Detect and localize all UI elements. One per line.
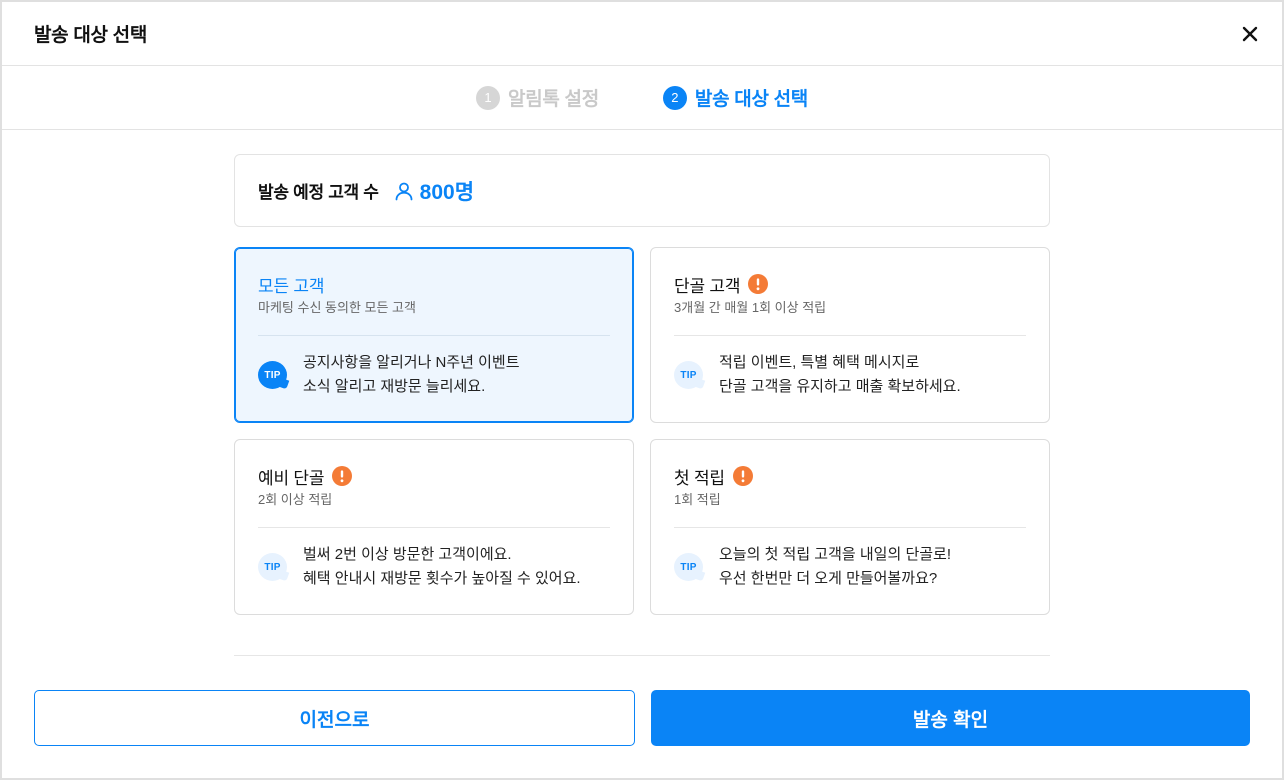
footer-divider: [234, 655, 1050, 656]
audience-card-all-customers[interactable]: 모든 고객 마케팅 수신 동의한 모든 고객 TIP 공지사항을 알리거나 N주…: [234, 247, 634, 423]
tip-text: 공지사항을 알리거나 N주년 이벤트 소식 알리고 재방문 늘리세요.: [303, 351, 520, 399]
step-label: 발송 대상 선택: [694, 89, 808, 110]
card-divider: [674, 335, 1026, 336]
tip-row: TIP 공지사항을 알리거나 N주년 이벤트 소식 알리고 재방문 늘리세요.: [258, 351, 610, 399]
card-title: 단골 고객: [674, 276, 741, 296]
card-divider: [258, 527, 610, 528]
audience-card-potential-regulars[interactable]: 예비 단골 2회 이상 적립 TIP 벌써 2번 이상 방문한 고객이에요. 혜…: [234, 439, 634, 615]
tip-line: 소식 알리고 재방문 늘리세요.: [303, 378, 486, 395]
summary-label: 발송 예정 고객 수: [258, 183, 379, 202]
tip-icon: TIP: [674, 361, 703, 389]
confirm-send-button[interactable]: 발송 확인: [651, 690, 1250, 746]
dialog-footer: 이전으로 발송 확인: [2, 690, 1282, 746]
tip-text: 벌써 2번 이상 방문한 고객이에요. 혜택 안내시 재방문 횟수가 높아질 수…: [303, 543, 581, 591]
tip-row: TIP 적립 이벤트, 특별 혜택 메시지로 단골 고객을 유지하고 매출 확보…: [674, 351, 1026, 399]
tip-line: 단골 고객을 유지하고 매출 확보하세요.: [719, 378, 961, 395]
tip-row: TIP 벌써 2번 이상 방문한 고객이에요. 혜택 안내시 재방문 횟수가 높…: [258, 543, 610, 591]
warning-icon[interactable]: [748, 274, 769, 294]
card-title: 예비 단골: [258, 468, 325, 488]
card-title-row: 단골 고객: [674, 273, 1026, 296]
card-divider: [674, 527, 1026, 528]
dialog-title: 발송 대상 선택: [34, 25, 148, 46]
warning-icon[interactable]: [332, 466, 353, 486]
card-title-row: 예비 단골: [258, 465, 610, 488]
card-subtitle: 2회 이상 적립: [258, 492, 333, 507]
tip-text: 오늘의 첫 적립 고객을 내일의 단골로! 우선 한번만 더 오게 만들어볼까요…: [719, 543, 951, 591]
step-2: 2 발송 대상 선택: [662, 84, 808, 111]
recipient-summary: 발송 예정 고객 수 800명: [234, 154, 1050, 227]
tip-line: 오늘의 첫 적립 고객을 내일의 단골로!: [719, 546, 952, 563]
recipient-count: 800명: [419, 180, 475, 204]
close-icon: [1242, 26, 1258, 41]
card-subtitle: 마케팅 수신 동의한 모든 고객: [258, 300, 416, 315]
step-1: 1 알림톡 설정: [476, 84, 599, 111]
card-subtitle: 1회 적립: [674, 492, 721, 507]
tip-row: TIP 오늘의 첫 적립 고객을 내일의 단골로! 우선 한번만 더 오게 만들…: [674, 543, 1026, 591]
step-number: 2: [662, 85, 687, 110]
previous-button[interactable]: 이전으로: [34, 690, 635, 746]
audience-card-regular-customers[interactable]: 단골 고객 3개월 간 매월 1회 이상 적립 TIP 적립 이벤트, 특별 혜…: [650, 247, 1050, 423]
person-icon: [394, 181, 414, 201]
step-number: 1: [476, 85, 501, 110]
card-subtitle: 3개월 간 매월 1회 이상 적립: [674, 300, 827, 315]
tip-line: 적립 이벤트, 특별 혜택 메시지로: [719, 354, 920, 371]
audience-options: 모든 고객 마케팅 수신 동의한 모든 고객 TIP 공지사항을 알리거나 N주…: [234, 247, 1050, 615]
card-title-row: 첫 적립: [674, 465, 1026, 488]
tip-text: 적립 이벤트, 특별 혜택 메시지로 단골 고객을 유지하고 매출 확보하세요.: [719, 351, 961, 399]
tip-icon: TIP: [674, 553, 703, 581]
tip-line: 우선 한번만 더 오게 만들어볼까요?: [719, 570, 938, 587]
audience-card-first-earners[interactable]: 첫 적립 1회 적립 TIP 오늘의 첫 적립 고객을 내일의 단골로! 우선 …: [650, 439, 1050, 615]
warning-icon[interactable]: [732, 466, 753, 486]
card-divider: [258, 335, 610, 336]
dialog-header: 발송 대상 선택: [2, 2, 1282, 66]
send-target-dialog: 발송 대상 선택 1 알림톡 설정 2 발송 대상 선택 발송 예정 고객 수: [0, 0, 1284, 780]
card-title: 모든 고객: [258, 276, 325, 296]
tip-line: 공지사항을 알리거나 N주년 이벤트: [303, 354, 520, 371]
card-title: 첫 적립: [674, 468, 725, 488]
close-button[interactable]: [1240, 24, 1260, 44]
stepper: 1 알림톡 설정 2 발송 대상 선택: [2, 66, 1282, 130]
card-title-row: 모든 고객: [258, 273, 610, 296]
tip-icon: TIP: [258, 361, 287, 389]
tip-line: 혜택 안내시 재방문 횟수가 높아질 수 있어요.: [303, 570, 581, 587]
tip-line: 벌써 2번 이상 방문한 고객이에요.: [303, 546, 512, 563]
dialog-content: 발송 예정 고객 수 800명 모든 고객 마케팅 수신 동의한 모든 고객 T…: [234, 154, 1050, 615]
tip-icon: TIP: [258, 553, 287, 581]
step-label: 알림톡 설정: [508, 89, 599, 110]
